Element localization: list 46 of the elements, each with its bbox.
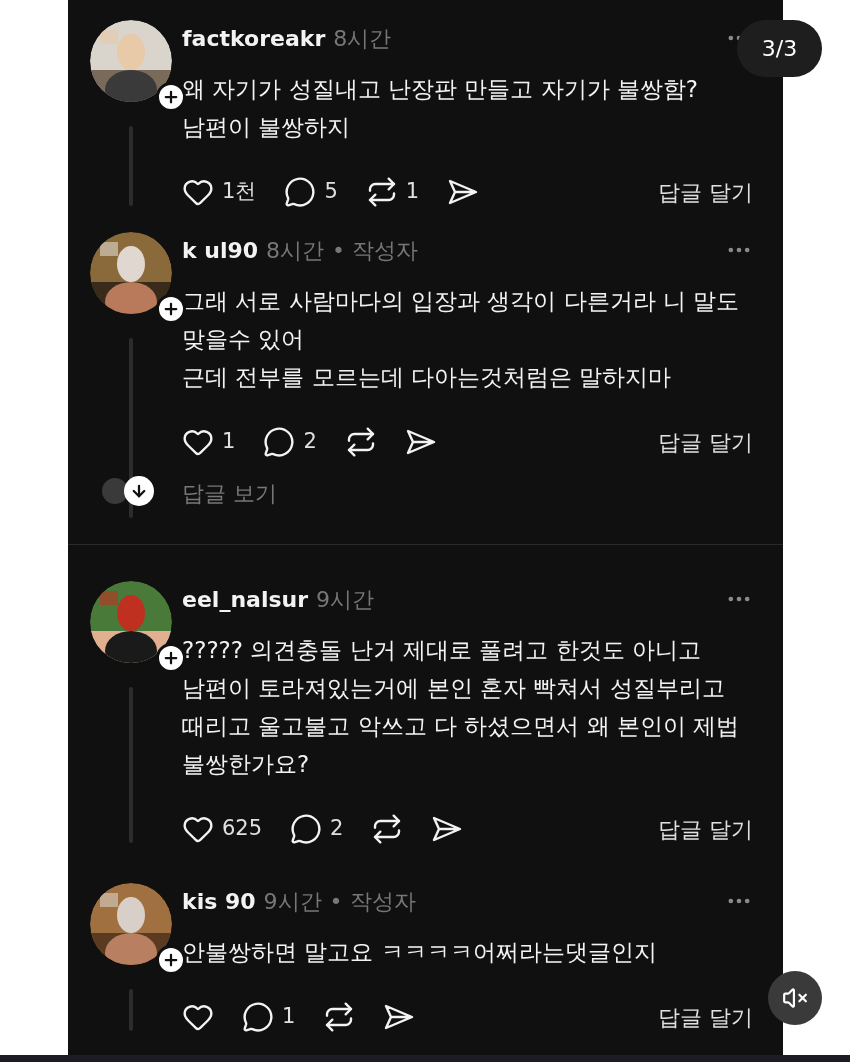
mute-button[interactable] (768, 971, 822, 1025)
comment-text: 불쌍한가요? (182, 750, 311, 779)
reply-count: 2 (330, 815, 344, 843)
send-icon[interactable] (431, 815, 464, 843)
expand-icon[interactable] (124, 476, 154, 506)
reply-link[interactable]: 답글 달기 (658, 175, 753, 209)
like-count: 1천 (222, 178, 257, 206)
timestamp: 9시간 (263, 887, 322, 916)
timestamp: 8시간 (266, 236, 325, 265)
send-icon[interactable] (383, 1003, 416, 1031)
comment-text: 안불쌍하면 말고요 ㅋㅋㅋㅋ어쩌라는댓글인지 (182, 938, 658, 967)
comment-text: 그래 서로 사람마다의 입장과 생각이 다른거라 니 말도 (182, 287, 741, 316)
like-count: 625 (222, 815, 263, 843)
reply-count: 5 (324, 178, 338, 206)
comment-text: 근데 전부를 모르는데 다아는것처럼은 말하지마 (182, 363, 673, 392)
timestamp: 8시간 (333, 24, 392, 53)
comment-text: ????? 의견충돌 난거 제대로 풀려고 한것도 아니고 (182, 636, 702, 665)
view-replies-link[interactable]: 답글 보기 (182, 476, 277, 510)
reply-link[interactable]: 답글 달기 (658, 1000, 753, 1034)
reply-count: 1 (282, 1003, 296, 1031)
comment-text: 남편이 토라져있는거에 본인 혼자 빡쳐서 성질부리고 (182, 674, 726, 703)
reply-count: 2 (303, 428, 317, 456)
author-label: • 작성자 (329, 887, 416, 916)
username[interactable]: kis 90 (182, 884, 256, 918)
repost-count: 1 (405, 178, 420, 206)
timestamp: 9시간 (316, 585, 375, 614)
mute-icon (782, 985, 808, 1011)
comment-text: 왜 자기가 성질내고 난장판 만들고 자기가 불쌍함? (182, 75, 700, 104)
reply-icon[interactable] (290, 813, 323, 845)
username[interactable]: factkoreakr (182, 21, 326, 55)
username[interactable]: k ul90 (182, 233, 259, 267)
reply-icon[interactable] (284, 176, 317, 208)
comment-text: 남편이 불쌍하지 (182, 113, 352, 142)
send-icon[interactable] (404, 428, 437, 456)
author-label: • 작성자 (332, 236, 419, 265)
reply-avatar (102, 478, 128, 504)
page-counter-toast: 3/3 (737, 20, 822, 77)
username[interactable]: eel_nalsur (182, 582, 309, 616)
comment-text: 맞을수 있어 (182, 325, 306, 354)
reply-icon[interactable] (242, 1001, 274, 1033)
reply-link[interactable]: 답글 달기 (658, 425, 753, 459)
reply-link[interactable]: 답글 달기 (658, 812, 753, 846)
like-count: 1 (222, 428, 236, 456)
send-icon[interactable] (447, 178, 480, 206)
reply-icon[interactable] (263, 426, 296, 458)
comment-text: 때리고 울고불고 악쓰고 다 하셨으면서 왜 본인이 제법 (182, 712, 741, 741)
